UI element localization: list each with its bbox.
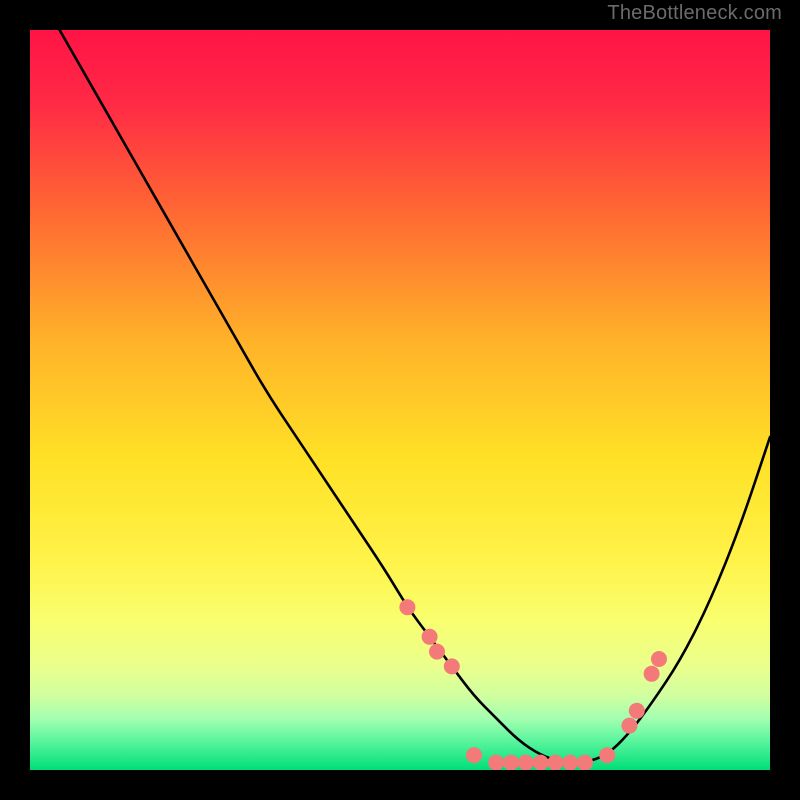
sample-point xyxy=(429,644,445,660)
sample-point xyxy=(444,658,460,674)
sample-point xyxy=(644,666,660,682)
sample-point xyxy=(562,755,578,770)
sample-point xyxy=(399,599,415,615)
sample-point xyxy=(577,755,593,770)
sample-point xyxy=(599,747,615,763)
sample-point xyxy=(651,651,667,667)
sample-point xyxy=(466,747,482,763)
sample-point xyxy=(621,718,637,734)
sample-point xyxy=(488,755,504,770)
sample-point xyxy=(629,703,645,719)
watermark-text: TheBottleneck.com xyxy=(607,2,782,25)
sample-point xyxy=(533,755,549,770)
sample-point xyxy=(503,755,519,770)
chart-svg xyxy=(30,30,770,770)
sample-point xyxy=(518,755,534,770)
sample-point xyxy=(547,755,563,770)
chart-frame xyxy=(14,14,786,786)
sample-point xyxy=(422,629,438,645)
